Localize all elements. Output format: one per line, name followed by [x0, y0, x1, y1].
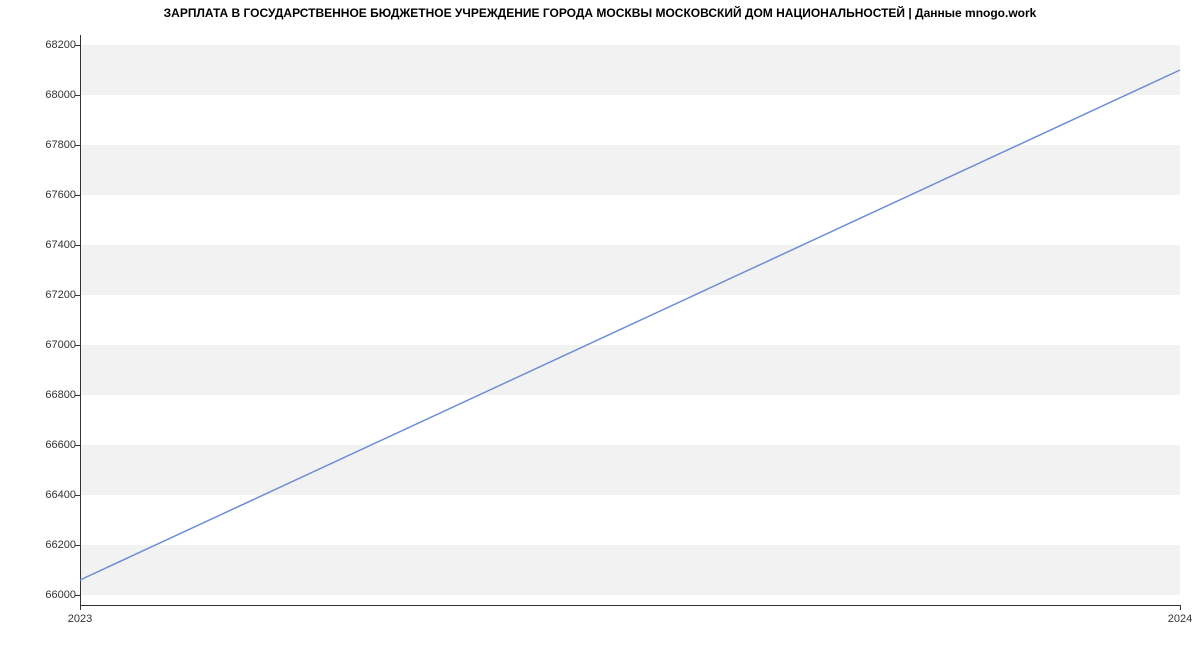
x-axis-line	[80, 605, 1180, 606]
y-tick-label: 67000	[16, 339, 76, 351]
x-tick-label: 2024	[1168, 613, 1192, 625]
y-tick-label: 67400	[16, 239, 76, 251]
x-tick-label: 2023	[68, 613, 92, 625]
y-tick-label: 66400	[16, 489, 76, 501]
y-tick-label: 66800	[16, 389, 76, 401]
series-line	[80, 70, 1180, 580]
chart-container: ЗАРПЛАТА В ГОСУДАРСТВЕННОЕ БЮДЖЕТНОЕ УЧР…	[0, 0, 1200, 650]
y-tick-label: 68000	[16, 89, 76, 101]
x-tick-mark	[80, 605, 81, 610]
y-tick-label: 67800	[16, 139, 76, 151]
y-tick-label: 66000	[16, 589, 76, 601]
y-tick-label: 67600	[16, 189, 76, 201]
y-tick-label: 66200	[16, 539, 76, 551]
chart-title: ЗАРПЛАТА В ГОСУДАРСТВЕННОЕ БЮДЖЕТНОЕ УЧР…	[0, 6, 1200, 20]
chart-svg	[80, 35, 1180, 605]
y-tick-label: 67200	[16, 289, 76, 301]
x-tick-mark	[1180, 605, 1181, 610]
y-tick-label: 68200	[16, 39, 76, 51]
plot-area: 20232024	[80, 35, 1180, 605]
y-tick-label: 66600	[16, 439, 76, 451]
